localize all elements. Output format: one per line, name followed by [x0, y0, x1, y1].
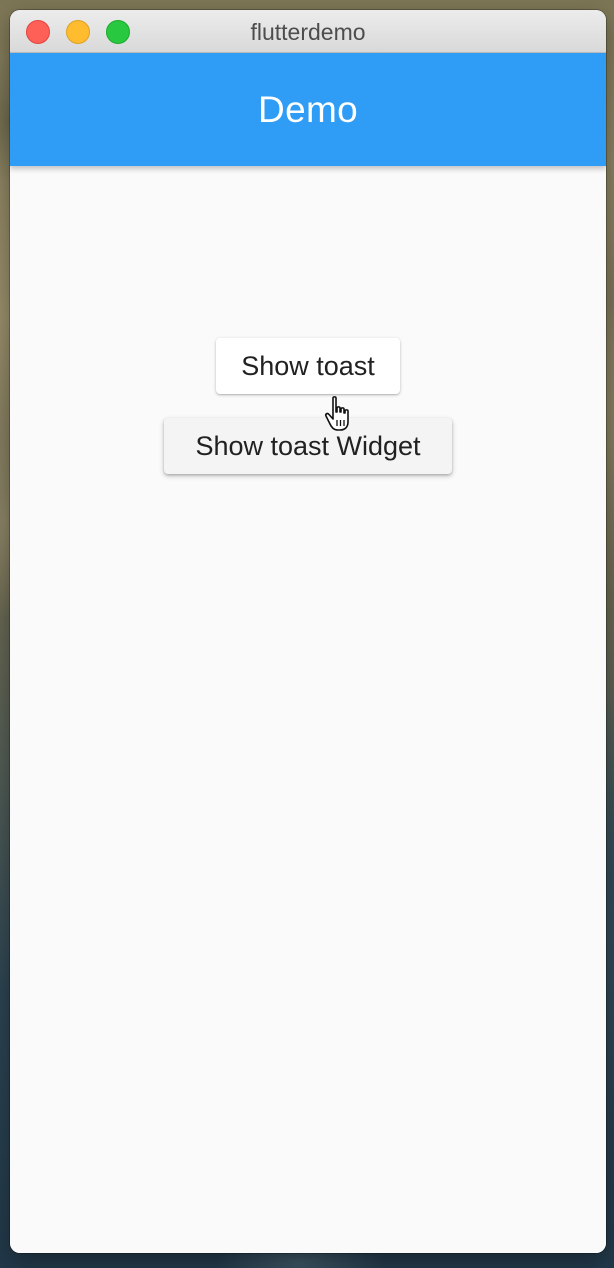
app-bar: Demo	[10, 53, 606, 166]
window-maximize-button[interactable]	[106, 20, 130, 44]
app-window: flutterdemo Demo Show toast Show toast W…	[10, 10, 606, 1253]
window-close-button[interactable]	[26, 20, 50, 44]
pointer-hand-icon	[324, 396, 349, 431]
show-toast-button[interactable]: Show toast	[216, 338, 400, 394]
app-bar-title: Demo	[258, 88, 358, 130]
main-content: Show toast Show toast Widget	[10, 166, 606, 1253]
show-toast-widget-button[interactable]: Show toast Widget	[164, 418, 452, 474]
window-minimize-button[interactable]	[66, 20, 90, 44]
window-titlebar[interactable]: flutterdemo	[10, 10, 606, 53]
window-title: flutterdemo	[250, 19, 366, 45]
